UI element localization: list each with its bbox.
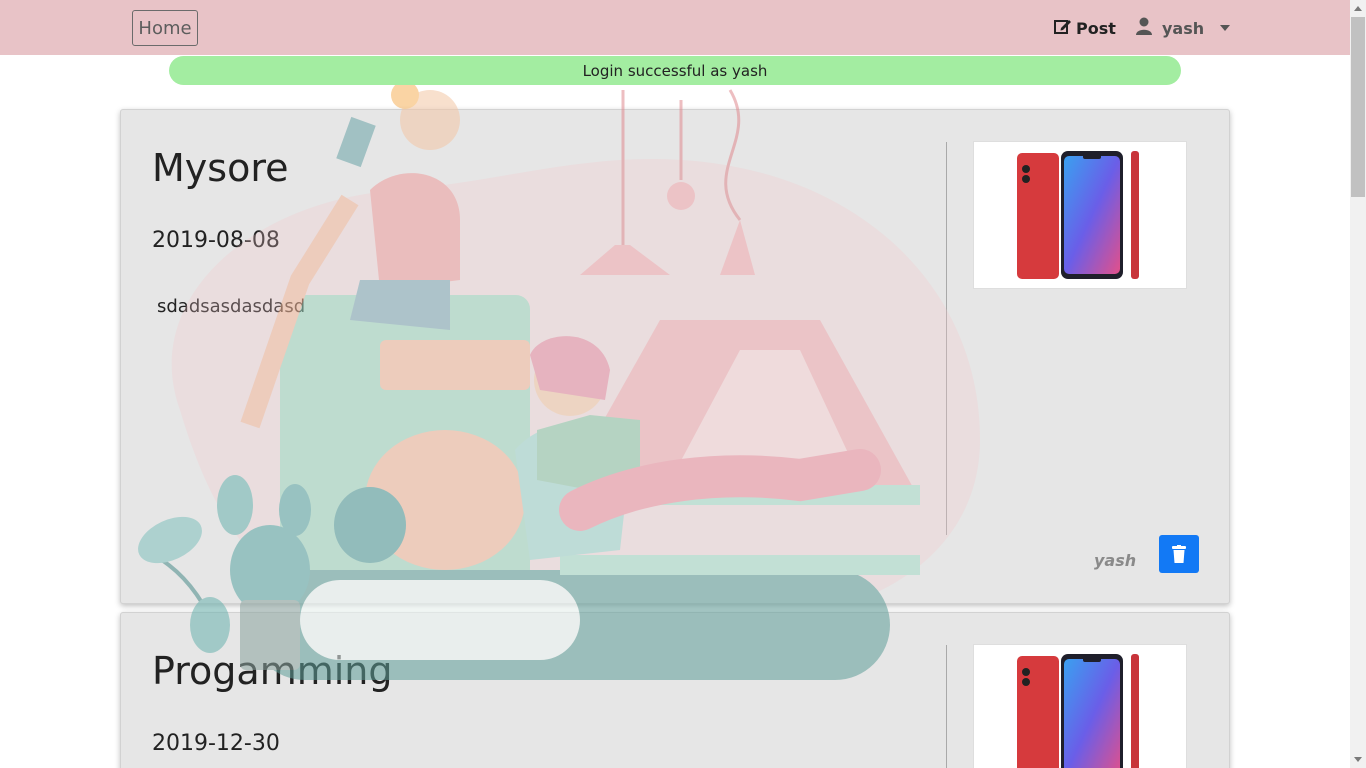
scroll-up-icon[interactable]: [1354, 6, 1362, 11]
user-icon: [1136, 17, 1152, 39]
navbar: Home Post yash: [0, 0, 1350, 55]
post-date: 2019-12-30: [152, 731, 280, 756]
alert-message: Login successful as yash: [582, 61, 768, 80]
post-date: 2019-08-08: [152, 228, 280, 253]
scrollbar-thumb[interactable]: [1351, 17, 1365, 197]
post-label: Post: [1076, 18, 1116, 38]
post-title: Mysore: [152, 146, 289, 190]
phone-image: [1017, 654, 1139, 768]
phone-image: [1017, 151, 1139, 279]
chevron-down-icon: [1220, 25, 1231, 31]
scroll-down-icon[interactable]: [1354, 757, 1362, 762]
post-link[interactable]: Post: [1054, 16, 1116, 40]
user-name: yash: [1162, 18, 1205, 38]
post-card: Progamming 2019-12-30: [120, 612, 1230, 768]
post-image: [973, 141, 1187, 289]
post-image: [973, 644, 1187, 768]
post-card: Mysore 2019-08-08 sdadsasdasdasd yash: [120, 109, 1230, 604]
trash-icon: [1172, 545, 1186, 563]
edit-icon: [1054, 18, 1072, 38]
user-dropdown[interactable]: yash: [1136, 16, 1231, 40]
card-divider: [946, 142, 947, 535]
card-divider: [946, 645, 947, 768]
scrollbar[interactable]: [1350, 0, 1366, 768]
post-title: Progamming: [152, 649, 393, 693]
login-success-alert: Login successful as yash: [169, 56, 1181, 85]
post-author: yash: [1094, 551, 1137, 570]
delete-button[interactable]: [1159, 535, 1199, 573]
home-button[interactable]: Home: [132, 10, 198, 46]
post-description: sdadsasdasdasd: [157, 296, 306, 317]
